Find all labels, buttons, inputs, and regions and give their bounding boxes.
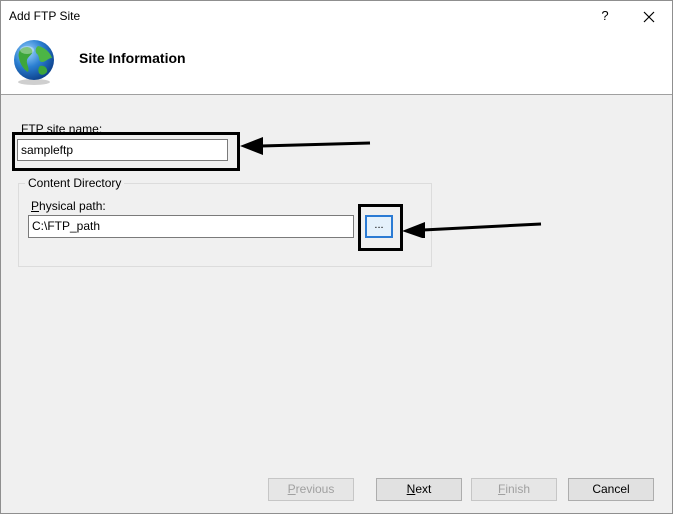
content-directory-legend: Content Directory xyxy=(25,176,125,190)
arrow-annotation-site-name xyxy=(240,137,371,155)
ftp-site-name-label-text: TP site name: xyxy=(28,122,103,136)
previous-button-accesskey: P xyxy=(287,482,296,496)
ftp-site-name-label: FTP site name: xyxy=(21,122,102,136)
next-button[interactable]: Next xyxy=(376,478,462,501)
ftp-site-name-input[interactable]: sampleftp xyxy=(17,139,228,161)
previous-button[interactable]: Previous xyxy=(268,478,354,501)
add-ftp-site-dialog: Add FTP Site ? Site Information FTP site… xyxy=(0,0,673,514)
page-title: Site Information xyxy=(79,50,186,66)
close-button[interactable] xyxy=(635,3,663,29)
globe-icon xyxy=(14,40,54,85)
physical-path-label-accesskey: P xyxy=(31,199,40,213)
finish-button-label: inish xyxy=(505,482,531,496)
physical-path-input[interactable]: C:\FTP_path xyxy=(28,215,354,238)
previous-button-label: revious xyxy=(295,482,335,496)
physical-path-label-text: hysical path: xyxy=(39,199,106,213)
browse-button[interactable]: ... xyxy=(365,215,393,238)
title-bar: Add FTP Site ? xyxy=(1,1,672,32)
close-icon xyxy=(643,11,655,23)
page-header: Site Information xyxy=(1,32,672,95)
finish-button[interactable]: Finish xyxy=(471,478,557,501)
help-button[interactable]: ? xyxy=(591,3,619,29)
physical-path-label: Physical path: xyxy=(31,199,106,213)
next-button-label: ext xyxy=(415,482,432,496)
cancel-button[interactable]: Cancel xyxy=(568,478,654,501)
window-title: Add FTP Site xyxy=(9,9,81,23)
